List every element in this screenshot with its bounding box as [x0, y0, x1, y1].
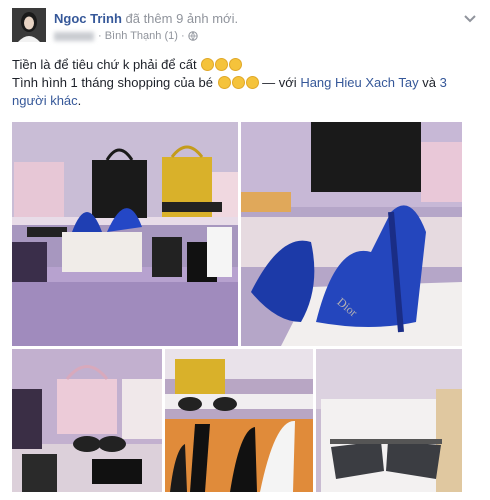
emoji-icon	[217, 76, 231, 89]
emoji-icon	[229, 58, 243, 71]
tag-end: .	[77, 93, 82, 108]
post-text: Tiền là để tiêu chứ k phải để cất Tình h…	[12, 56, 478, 110]
tag-prefix: — với	[258, 75, 301, 90]
tagged-person-link[interactable]: Hang Hieu Xach Tay	[300, 75, 418, 90]
author-name[interactable]: Ngoc Trinh	[54, 11, 122, 26]
chevron-down-icon[interactable]	[462, 12, 478, 24]
post-text-line-2: Tình hình 1 tháng shopping của bé — với …	[12, 74, 478, 110]
photo-4[interactable]	[165, 349, 313, 492]
author-line: Ngoc Trinh đã thêm 9 ảnh mới.	[54, 11, 238, 26]
emoji-icon	[201, 58, 215, 71]
blurred-time	[54, 31, 94, 41]
photo-2[interactable]: Dior	[241, 122, 462, 346]
emoji-icon	[245, 76, 259, 89]
post-header: Ngoc Trinh đã thêm 9 ảnh mới. · Bình Thạ…	[12, 8, 478, 48]
post-meta: · Bình Thạnh (1) ·	[54, 30, 198, 42]
photo-1[interactable]	[12, 122, 238, 346]
facebook-post: Ngoc Trinh đã thêm 9 ảnh mới. · Bình Thạ…	[0, 0, 490, 500]
caption-line-1: Tiền là để tiêu chứ k phải để cất	[12, 57, 197, 72]
post-text-line-1: Tiền là để tiêu chứ k phải để cất	[12, 56, 478, 74]
globe-icon[interactable]	[187, 31, 198, 41]
post-action: đã thêm 9 ảnh mới.	[121, 11, 239, 26]
caption-line-2: Tình hình 1 tháng shopping của bé	[12, 75, 213, 90]
emoji-icon	[215, 58, 229, 71]
photo-5[interactable]	[316, 349, 462, 492]
author-avatar[interactable]	[12, 8, 46, 42]
photo-3[interactable]	[12, 349, 162, 492]
location-text[interactable]: · Bình Thạnh (1) ·	[98, 30, 185, 42]
tag-and: và	[418, 75, 440, 90]
emoji-icon	[231, 76, 245, 89]
